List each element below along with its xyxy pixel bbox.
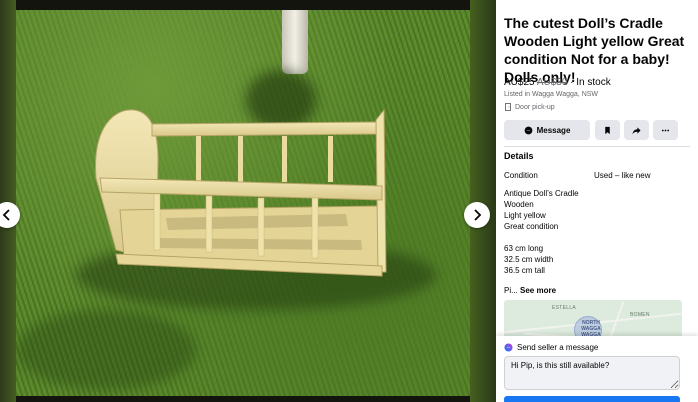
dimension-line: 36.5 cm tall — [504, 266, 545, 275]
dimension-line: 32.5 cm width — [504, 255, 554, 264]
original-price: AU$30 — [536, 77, 568, 88]
divider — [504, 146, 690, 147]
message-button-label: Message — [536, 125, 571, 135]
see-more-link[interactable]: See more — [520, 286, 556, 295]
next-photo-button[interactable] — [464, 202, 490, 228]
pickup-label: Door pick-up — [515, 103, 555, 111]
marketplace-listing-page: The cutest Doll’s Cradle Wooden Light ye… — [0, 0, 698, 402]
listing-price: AU$25 — [504, 77, 535, 88]
see-more-row: Pi... See more — [504, 286, 556, 295]
bookmark-icon — [605, 126, 610, 134]
message-input[interactable]: Hi Pip, is this still available? — [504, 356, 680, 390]
price-row: AU$25 AU$30 · In stock — [504, 77, 611, 88]
photo-blur-right — [470, 0, 496, 402]
description-line: Light yellow — [504, 211, 546, 220]
listing-details-panel: The cutest Doll’s Cradle Wooden Light ye… — [496, 0, 698, 402]
send-button[interactable] — [504, 396, 680, 402]
condition-value: Used – like new — [594, 171, 651, 180]
share-icon — [632, 126, 641, 134]
stock-status: · In stock — [567, 77, 611, 88]
listing-photo[interactable] — [16, 10, 470, 396]
more-icon — [661, 129, 670, 131]
truncated-text: Pi... — [504, 286, 518, 295]
send-heading-label: Send seller a message — [517, 343, 599, 352]
chevron-left-icon — [2, 209, 10, 221]
message-button[interactable]: Message — [504, 120, 590, 140]
share-button[interactable] — [624, 120, 649, 140]
door-icon — [505, 103, 511, 111]
pickup-info: Door pick-up — [504, 103, 555, 111]
photo-blur-left — [0, 0, 16, 402]
listing-location[interactable]: Listed in Wagga Wagga, NSW — [504, 91, 598, 98]
description-line: Wooden — [504, 200, 534, 209]
condition-label: Condition — [504, 171, 538, 180]
dolls-cradle-image — [95, 108, 387, 277]
save-button[interactable] — [595, 120, 620, 140]
description-line: Great condition — [504, 222, 559, 231]
send-message-box: Send seller a message Hi Pip, is this st… — [496, 336, 698, 402]
description-line: Antique Doll’s Cradle — [504, 189, 579, 198]
listing-title: The cutest Doll’s Cradle Wooden Light ye… — [504, 15, 685, 85]
dimension-line: 63 cm long — [504, 244, 544, 253]
messenger-icon — [524, 126, 532, 134]
map-label: BOMEN — [630, 312, 650, 318]
photo-viewer — [0, 0, 496, 402]
map-label: ESTELLA — [552, 305, 577, 311]
details-heading: Details — [504, 151, 534, 161]
send-message-heading: Send seller a message — [504, 343, 598, 352]
more-options-button[interactable] — [653, 120, 678, 140]
messenger-icon — [504, 343, 513, 352]
chevron-right-icon — [474, 209, 482, 221]
